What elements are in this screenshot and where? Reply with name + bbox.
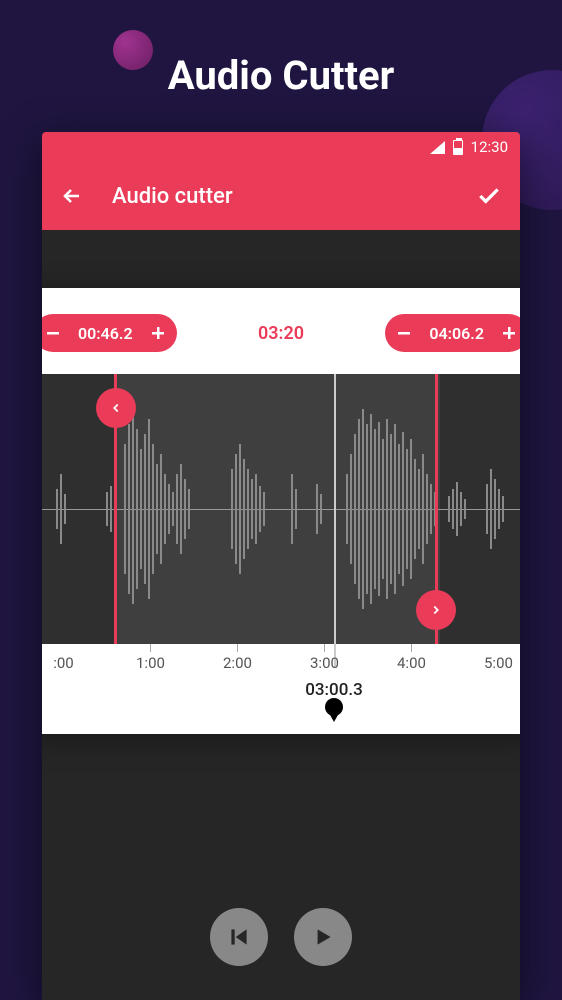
end-increment-button[interactable] xyxy=(496,320,520,346)
battery-icon xyxy=(453,140,463,155)
app-bar: Audio cutter xyxy=(42,162,520,230)
minus-icon xyxy=(45,325,61,341)
playhead-marker-icon[interactable] xyxy=(325,706,343,722)
ruler-tick: 2:00 xyxy=(194,654,281,676)
ruler-tick: :00 xyxy=(42,654,107,676)
trim-end-knob[interactable] xyxy=(416,590,456,630)
end-time-control: 04:06.2 xyxy=(385,314,520,352)
ruler-tick: 3:00 xyxy=(281,654,368,676)
ruler-tick: 4:00 xyxy=(368,654,455,676)
app-bar-title: Audio cutter xyxy=(112,184,476,209)
skip-previous-icon xyxy=(226,924,252,950)
start-decrement-button[interactable] xyxy=(42,320,66,346)
chevron-right-icon xyxy=(429,603,443,617)
trim-start-handle[interactable] xyxy=(114,374,117,644)
minus-icon xyxy=(396,325,412,341)
start-time-value: 00:46.2 xyxy=(70,324,141,343)
confirm-button[interactable] xyxy=(476,183,502,209)
end-time-value: 04:06.2 xyxy=(421,324,492,343)
check-icon xyxy=(476,183,502,209)
time-ruler: :00 1:00 2:00 3:00 4:00 5:00 xyxy=(42,644,520,676)
back-arrow-icon xyxy=(60,184,84,208)
phone-frame: 12:30 Audio cutter 00:46.2 xyxy=(42,132,520,1000)
back-button[interactable] xyxy=(60,184,84,208)
signal-icon xyxy=(430,141,445,154)
previous-button[interactable] xyxy=(210,908,268,966)
selection-duration: 03:20 xyxy=(258,323,304,344)
play-icon xyxy=(310,924,336,950)
ruler-tick: 5:00 xyxy=(455,654,520,676)
end-decrement-button[interactable] xyxy=(391,320,417,346)
editor-card: 00:46.2 03:20 04:06.2 xyxy=(42,288,520,734)
trim-start-knob[interactable] xyxy=(96,388,136,428)
chevron-left-icon xyxy=(109,401,123,415)
status-time: 12:30 xyxy=(471,138,508,156)
playhead-line[interactable] xyxy=(334,374,336,668)
start-increment-button[interactable] xyxy=(145,320,171,346)
plus-icon xyxy=(150,325,166,341)
waveform-area[interactable] xyxy=(42,374,520,644)
time-controls-row: 00:46.2 03:20 04:06.2 xyxy=(42,288,520,374)
ruler-tick: 1:00 xyxy=(107,654,194,676)
plus-icon xyxy=(501,325,517,341)
playback-controls xyxy=(42,908,520,966)
playhead-time: 03:00.3 xyxy=(69,680,520,700)
play-button[interactable] xyxy=(294,908,352,966)
status-bar: 12:30 xyxy=(42,132,520,162)
trim-end-handle[interactable] xyxy=(435,374,438,644)
page-title: Audio Cutter xyxy=(0,0,562,99)
start-time-control: 00:46.2 xyxy=(42,314,177,352)
